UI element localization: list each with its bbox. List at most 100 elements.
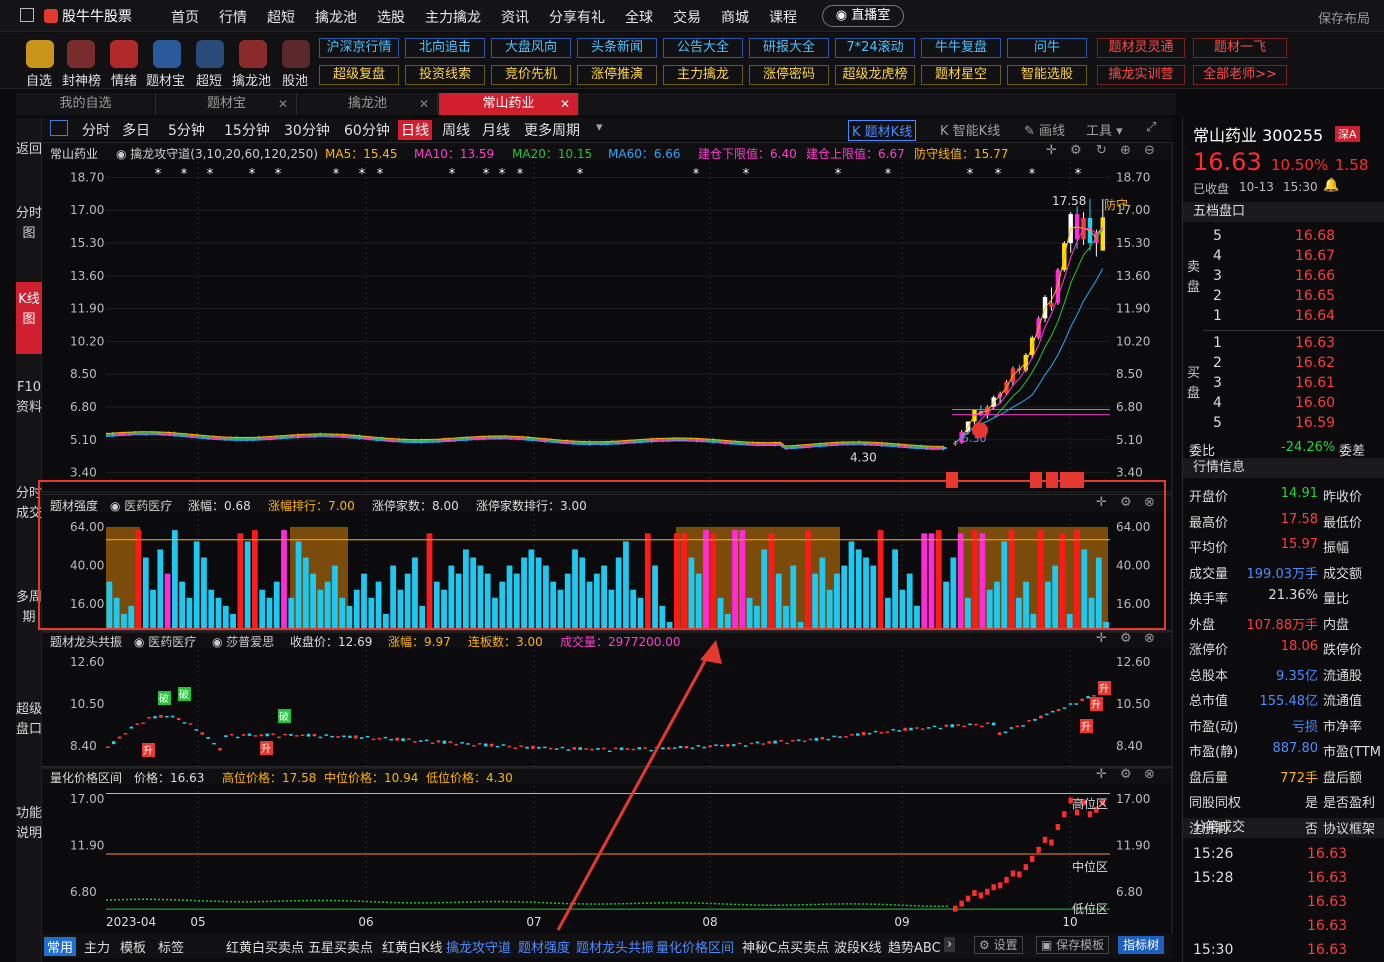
settings-button[interactable]: ⚙ 设置 — [974, 936, 1023, 954]
btab-common[interactable]: 常用 — [44, 937, 77, 956]
sell-price-2[interactable]: 16.65 — [1295, 288, 1335, 304]
leader-candle — [537, 746, 541, 749]
ind-price-range[interactable]: 量化价格区间 — [656, 937, 734, 956]
tick-time: 15:26 — [1193, 846, 1234, 862]
stat-label-2: 市盈(TTM — [1323, 745, 1381, 760]
star-marker: * — [743, 167, 750, 182]
indicator-tree-button[interactable]: 指标树 — [1118, 936, 1165, 954]
x-tick-label: 10 — [1062, 915, 1077, 929]
ind-topic-leader[interactable]: 题材龙头共振 — [576, 937, 654, 956]
leader-candle — [714, 744, 718, 746]
zone-label-low: 低位区 — [1072, 901, 1108, 916]
leader-candle — [1039, 715, 1043, 719]
leader-candle — [820, 737, 825, 740]
buy-price-5[interactable]: 16.59 — [1295, 415, 1335, 431]
leader-candle — [879, 732, 884, 734]
save-template-button[interactable]: ▣ 保存模板 — [1036, 936, 1110, 954]
leader-candle — [578, 747, 582, 750]
kline-chart-area[interactable]: 18.70 18.70 17.00 17.00 15.30 15.30 13.60 13.60… — [0, 0, 1180, 934]
sell-price-5[interactable]: 16.68 — [1295, 228, 1335, 244]
stat-label-2: 是否盈利 — [1323, 796, 1376, 811]
buy-price-1[interactable]: 16.63 — [1295, 335, 1335, 351]
star-marker: * — [835, 167, 842, 182]
star-marker: * — [483, 167, 490, 182]
star-marker: * — [1075, 167, 1082, 182]
stat-value: 155.48亿 — [1259, 694, 1319, 709]
quote-info-title: 行情信息 — [1183, 458, 1384, 478]
sell-price-3[interactable]: 16.66 — [1295, 268, 1335, 284]
ind-dragon-attack[interactable]: 擒龙攻守道 — [446, 937, 511, 956]
ind-topic-strength[interactable]: 题材强度 — [518, 937, 570, 956]
ind-mystery-c[interactable]: 神秘C点买卖点 — [742, 937, 829, 956]
btab-template[interactable]: 模板 — [120, 937, 146, 956]
sell-price-4[interactable]: 16.67 — [1295, 248, 1335, 264]
leader-candle — [791, 739, 795, 742]
leader-candle — [235, 736, 240, 739]
ind-five-star[interactable]: 五星买卖点 — [308, 937, 373, 956]
btab-main[interactable]: 主力 — [84, 937, 110, 956]
leader-candle — [1027, 720, 1031, 722]
price-trace-point — [959, 900, 964, 907]
signal-marker-label: 升 — [1091, 699, 1101, 711]
leader-candle — [873, 730, 878, 733]
y-tick-label: 10.20 — [1116, 334, 1150, 348]
stat-value: 772手 — [1280, 770, 1318, 786]
y-tick-label: 18.70 — [1116, 170, 1150, 184]
qb-all-teachers[interactable]: 全部老师>> — [1193, 65, 1287, 85]
leader-candle — [761, 743, 766, 745]
leader-candle — [554, 748, 559, 750]
stat-label: 开盘价 — [1189, 490, 1229, 505]
buy-price-3[interactable]: 16.61 — [1295, 375, 1335, 391]
leader-candle — [844, 736, 848, 738]
x-tick-label: 08 — [702, 915, 717, 929]
leader-candle — [684, 745, 689, 749]
leader-candle — [300, 734, 305, 737]
buy-price-4[interactable]: 16.60 — [1295, 395, 1335, 411]
ind-rhw-kline[interactable]: 红黄白K线 — [382, 937, 443, 956]
bell-icon[interactable]: 🔔 — [1323, 178, 1339, 193]
ind-trend-abc[interactable]: 趋势ABC — [888, 937, 941, 956]
leader-candle — [1074, 703, 1079, 705]
leader-candle — [832, 735, 836, 738]
buy-level-1: 1 — [1213, 335, 1222, 351]
ind-rhw-points[interactable]: 红黄白买卖点 — [226, 937, 304, 956]
leader-candle — [188, 723, 193, 725]
leader-candle — [1003, 731, 1008, 734]
y-tick-label: 5.10 — [1116, 433, 1143, 447]
leader-candle — [324, 734, 329, 736]
btab-tags[interactable]: 标签 — [158, 937, 184, 956]
leader-candle — [1062, 707, 1067, 709]
price-trace-point — [1030, 855, 1035, 862]
leader-candle — [200, 732, 204, 735]
leader-candle — [111, 741, 116, 745]
stat-label-2: 成交额 — [1323, 566, 1363, 582]
sell-price-1[interactable]: 16.64 — [1295, 308, 1335, 324]
ma-line — [954, 225, 1104, 444]
gear-icon: ⚙ — [979, 938, 994, 952]
leader-candle — [678, 746, 683, 749]
leader-candle — [448, 741, 453, 743]
leader-candle — [814, 737, 819, 741]
leader-candle — [159, 715, 163, 718]
star-marker: * — [155, 167, 162, 182]
qb-topic-fly[interactable]: 题材一飞 — [1193, 38, 1287, 58]
leader-candle — [460, 742, 464, 744]
y-tick-label-left: 8.50 — [70, 367, 97, 381]
price-trace-point — [1055, 824, 1061, 831]
leader-candle — [921, 728, 925, 730]
chevron-right-icon[interactable]: › — [944, 937, 956, 952]
leader-candle — [224, 735, 228, 738]
leader-candle — [1050, 710, 1055, 713]
ind-wave-kline[interactable]: 波段K线 — [834, 937, 882, 956]
leader-candle — [968, 723, 972, 726]
buy-price-2[interactable]: 16.62 — [1295, 355, 1335, 371]
leader-candle — [596, 748, 600, 750]
star-marker: * — [577, 167, 584, 182]
save-layout-button[interactable]: 保存布局 — [1318, 8, 1370, 27]
leader-candle — [1086, 696, 1090, 699]
price-trace-point — [1062, 811, 1067, 818]
leader-candle — [312, 733, 317, 737]
leader-candle — [1080, 698, 1084, 701]
stat-label-2: 流通值 — [1323, 694, 1363, 709]
leader-candle — [336, 736, 340, 738]
